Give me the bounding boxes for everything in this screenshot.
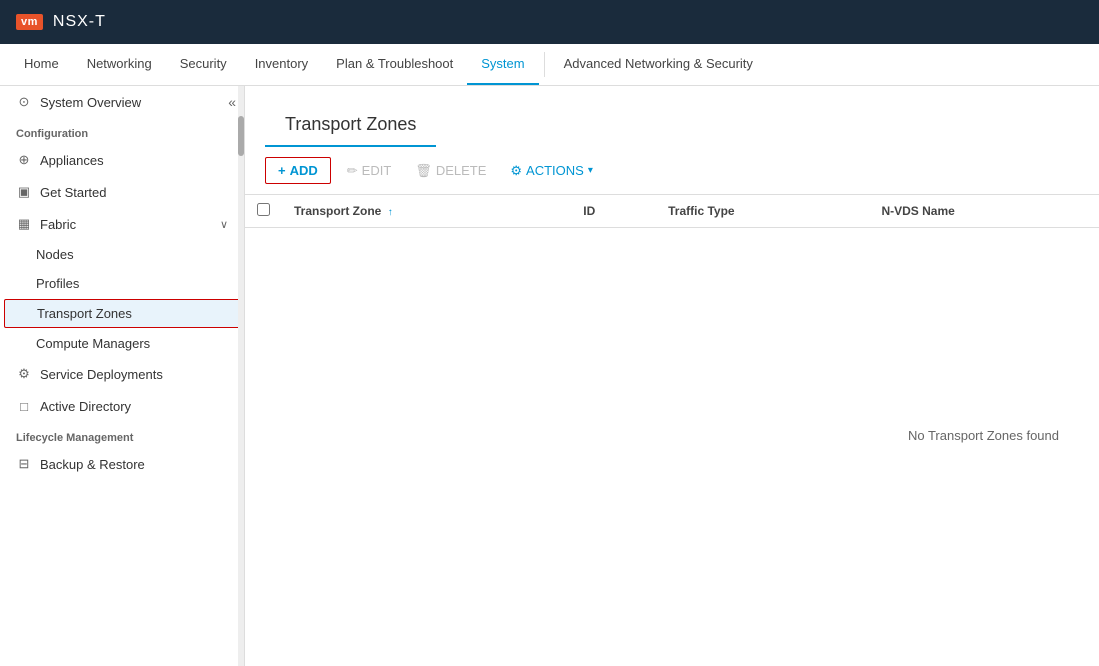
page-title: Transport Zones [285,114,416,145]
scrollbar-track[interactable] [238,86,244,666]
delete-button[interactable]: 🗑 DELETE [407,158,494,184]
sidebar-item-system-overview[interactable]: ⊙ System Overview [0,86,244,118]
th-traffic-type[interactable]: Traffic Type [656,195,869,228]
add-button-label: ADD [290,163,318,178]
edit-button[interactable]: ✏ EDIT [339,158,400,184]
sidebar-item-label-service-deployments: Service Deployments [40,367,163,382]
nav-security[interactable]: Security [166,44,241,85]
edit-icon: ✏ [347,163,358,179]
table-container: Transport Zone ↑ ID Traffic Type N-VDS N… [245,195,1099,666]
sidebar-item-service-deployments[interactable]: ⚙ Service Deployments [0,358,244,390]
plus-icon: + [278,163,286,178]
th-n-vds-name-label: N-VDS Name [881,204,954,218]
sidebar-item-transport-zones[interactable]: Transport Zones [4,299,240,328]
nav-bar: Home Networking Security Inventory Plan … [0,44,1099,86]
fabric-chevron-icon: ∨ [220,218,228,231]
sidebar-section-configuration: Configuration [0,118,244,144]
th-n-vds-name[interactable]: N-VDS Name [869,195,1099,228]
get-started-icon: ▣ [16,184,32,200]
app-title: NSX-T [53,13,106,31]
toolbar: + ADD ✏ EDIT 🗑 DELETE ⚙ ACTIONS ▾ [245,147,1099,195]
nav-advanced[interactable]: Advanced Networking & Security [550,44,767,85]
sidebar-item-label-nodes: Nodes [36,247,74,262]
add-button[interactable]: + ADD [265,157,331,184]
nav-system[interactable]: System [467,44,538,85]
sidebar-item-active-directory[interactable]: □ Active Directory [0,390,244,422]
sidebar-item-label-fabric: Fabric [40,217,76,232]
sidebar-item-label-compute-managers: Compute Managers [36,336,150,351]
fabric-icon: ▦ [16,216,32,232]
content-area: Transport Zones + ADD ✏ EDIT 🗑 DELETE ⚙ … [245,86,1099,666]
sidebar-item-label-get-started: Get Started [40,185,106,200]
sidebar-item-appliances[interactable]: ⊕ Appliances [0,144,244,176]
transport-zones-table: Transport Zone ↑ ID Traffic Type N-VDS N… [245,195,1099,228]
sidebar-item-get-started[interactable]: ▣ Get Started [0,176,244,208]
gear-icon: ⚙ [510,163,522,179]
edit-button-label: EDIT [362,163,392,178]
sidebar-item-backup-restore[interactable]: ⊟ Backup & Restore [0,448,244,480]
nav-divider [544,52,545,77]
sidebar-item-label-backup-restore: Backup & Restore [40,457,145,472]
th-checkbox [245,195,282,228]
delete-button-label: DELETE [436,163,487,178]
th-id-label: ID [583,204,595,218]
select-all-checkbox[interactable] [257,203,270,216]
sidebar-collapse-button[interactable]: « [228,94,236,110]
sidebar-item-label-active-directory: Active Directory [40,399,131,414]
actions-chevron-icon: ▾ [588,165,593,176]
sidebar-item-profiles[interactable]: Profiles [0,269,244,298]
nav-plan-troubleshoot[interactable]: Plan & Troubleshoot [322,44,467,85]
sidebar-item-label-transport-zones: Transport Zones [37,306,132,321]
sidebar-item-label-appliances: Appliances [40,153,104,168]
main-layout: « ⊙ System Overview Configuration ⊕ Appl… [0,86,1099,666]
th-transport-zone-label: Transport Zone [294,204,381,218]
th-id[interactable]: ID [571,195,656,228]
actions-button-label: ACTIONS [526,163,584,178]
delete-icon: 🗑 [415,163,432,179]
th-transport-zone[interactable]: Transport Zone ↑ [282,195,571,228]
sidebar-item-label-profiles: Profiles [36,276,79,291]
system-overview-icon: ⊙ [16,94,32,110]
service-deployments-icon: ⚙ [16,366,32,382]
page-header: Transport Zones [265,100,436,147]
page-header-wrapper: Transport Zones [245,86,1099,147]
nav-inventory[interactable]: Inventory [241,44,322,85]
sidebar-section-lifecycle: Lifecycle Management [0,422,244,448]
active-directory-icon: □ [16,398,32,414]
nav-networking[interactable]: Networking [73,44,166,85]
vm-logo: vm [16,14,43,30]
actions-button[interactable]: ⚙ ACTIONS ▾ [502,158,600,184]
sidebar-item-label-system-overview: System Overview [40,95,141,110]
sidebar-item-nodes[interactable]: Nodes [0,240,244,269]
top-bar: vm NSX-T [0,0,1099,44]
nav-home[interactable]: Home [10,44,73,85]
empty-message: No Transport Zones found [245,228,1099,443]
scrollbar-thumb[interactable] [238,116,244,156]
sidebar-item-compute-managers[interactable]: Compute Managers [0,329,244,358]
sidebar-item-fabric[interactable]: ▦ Fabric ∨ [0,208,244,240]
appliances-icon: ⊕ [16,152,32,168]
backup-restore-icon: ⊟ [16,456,32,472]
sidebar: « ⊙ System Overview Configuration ⊕ Appl… [0,86,245,666]
th-traffic-type-label: Traffic Type [668,204,734,218]
sort-icon-transport-zone: ↑ [388,207,393,218]
